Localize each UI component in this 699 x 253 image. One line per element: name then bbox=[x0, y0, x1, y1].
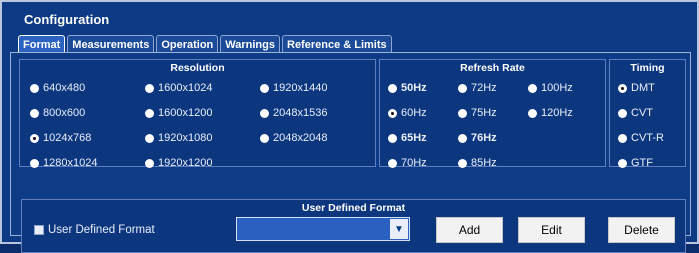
radio-70hz[interactable]: 70Hz bbox=[388, 157, 427, 169]
radio-1920x1200[interactable]: 1920x1200 bbox=[145, 157, 212, 169]
radio-dot-icon bbox=[458, 158, 467, 168]
radio-dot-icon bbox=[145, 83, 154, 93]
radio-dot-icon bbox=[30, 83, 39, 93]
resolution-title: Resolution bbox=[170, 62, 225, 74]
radio-dot-icon bbox=[528, 108, 537, 118]
radio-dot-icon bbox=[388, 133, 397, 143]
radio-cvt[interactable]: CVT bbox=[618, 107, 653, 119]
format-panel: Resolution 640x480 1600x1024 1920x1440 8… bbox=[10, 52, 691, 253]
radio-dot-icon bbox=[260, 133, 269, 143]
radio-76hz[interactable]: 76Hz bbox=[458, 132, 497, 144]
radio-dot-icon bbox=[260, 83, 269, 93]
radio-dot-icon bbox=[388, 83, 397, 93]
radio-dot-icon bbox=[618, 158, 627, 168]
radio-640x480[interactable]: 640x480 bbox=[30, 82, 85, 94]
refresh-rate-group: Refresh Rate 50Hz 72Hz 100Hz 60Hz 75Hz 1… bbox=[379, 59, 606, 169]
radio-cvt-r[interactable]: CVT-R bbox=[618, 132, 664, 144]
resolution-group: Resolution 640x480 1600x1024 1920x1440 8… bbox=[19, 59, 376, 169]
radio-dot-icon bbox=[30, 108, 39, 118]
radio-selected-icon bbox=[618, 83, 627, 93]
chevron-down-icon[interactable]: ▼ bbox=[390, 219, 408, 239]
checkbox-icon bbox=[34, 225, 44, 235]
radio-50hz[interactable]: 50Hz bbox=[388, 82, 427, 94]
radio-dot-icon bbox=[145, 158, 154, 168]
radio-85hz[interactable]: 85Hz bbox=[458, 157, 497, 169]
radio-1920x1080[interactable]: 1920x1080 bbox=[145, 132, 212, 144]
radio-dot-icon bbox=[388, 158, 397, 168]
radio-selected-icon bbox=[388, 108, 397, 118]
format-dropdown[interactable]: ▼ bbox=[236, 217, 410, 241]
radio-100hz[interactable]: 100Hz bbox=[528, 82, 573, 94]
radio-dot-icon bbox=[618, 133, 627, 143]
radio-dot-icon bbox=[458, 133, 467, 143]
radio-1600x1024[interactable]: 1600x1024 bbox=[145, 82, 212, 94]
radio-dmt[interactable]: DMT bbox=[618, 82, 655, 94]
radio-120hz[interactable]: 120Hz bbox=[528, 107, 573, 119]
radio-selected-icon bbox=[30, 133, 39, 143]
delete-button[interactable]: Delete bbox=[608, 217, 675, 243]
radio-dot-icon bbox=[528, 83, 537, 93]
radio-dot-icon bbox=[145, 108, 154, 118]
radio-1024x768[interactable]: 1024x768 bbox=[30, 132, 91, 144]
radio-dot-icon bbox=[458, 83, 467, 93]
user-defined-format-group: User Defined Format User Defined Format … bbox=[21, 199, 686, 253]
radio-1280x1024[interactable]: 1280x1024 bbox=[30, 157, 97, 169]
refresh-rate-title: Refresh Rate bbox=[460, 62, 525, 74]
add-button[interactable]: Add bbox=[436, 217, 503, 243]
configuration-window: Configuration Format Measurements Operat… bbox=[0, 0, 699, 253]
window-title: Configuration bbox=[24, 12, 110, 27]
radio-800x600[interactable]: 800x600 bbox=[30, 107, 85, 119]
radio-2048x2048[interactable]: 2048x2048 bbox=[260, 132, 327, 144]
radio-dot-icon bbox=[30, 158, 39, 168]
radio-dot-icon bbox=[260, 108, 269, 118]
edit-button[interactable]: Edit bbox=[518, 217, 585, 243]
radio-dot-icon bbox=[618, 108, 627, 118]
timing-group: Timing DMT CVT CVT-R GTF bbox=[609, 59, 686, 169]
radio-dot-icon bbox=[458, 108, 467, 118]
user-defined-format-title: User Defined Format bbox=[301, 202, 406, 214]
user-defined-format-checkbox[interactable]: User Defined Format bbox=[34, 224, 155, 236]
radio-1920x1440[interactable]: 1920x1440 bbox=[260, 82, 327, 94]
radio-2048x1536[interactable]: 2048x1536 bbox=[260, 107, 327, 119]
radio-75hz[interactable]: 75Hz bbox=[458, 107, 497, 119]
radio-65hz[interactable]: 65Hz bbox=[388, 132, 427, 144]
radio-60hz[interactable]: 60Hz bbox=[388, 107, 427, 119]
radio-1600x1200[interactable]: 1600x1200 bbox=[145, 107, 212, 119]
radio-72hz[interactable]: 72Hz bbox=[458, 82, 497, 94]
radio-gtf[interactable]: GTF bbox=[618, 157, 653, 169]
timing-title: Timing bbox=[630, 62, 665, 74]
radio-dot-icon bbox=[145, 133, 154, 143]
